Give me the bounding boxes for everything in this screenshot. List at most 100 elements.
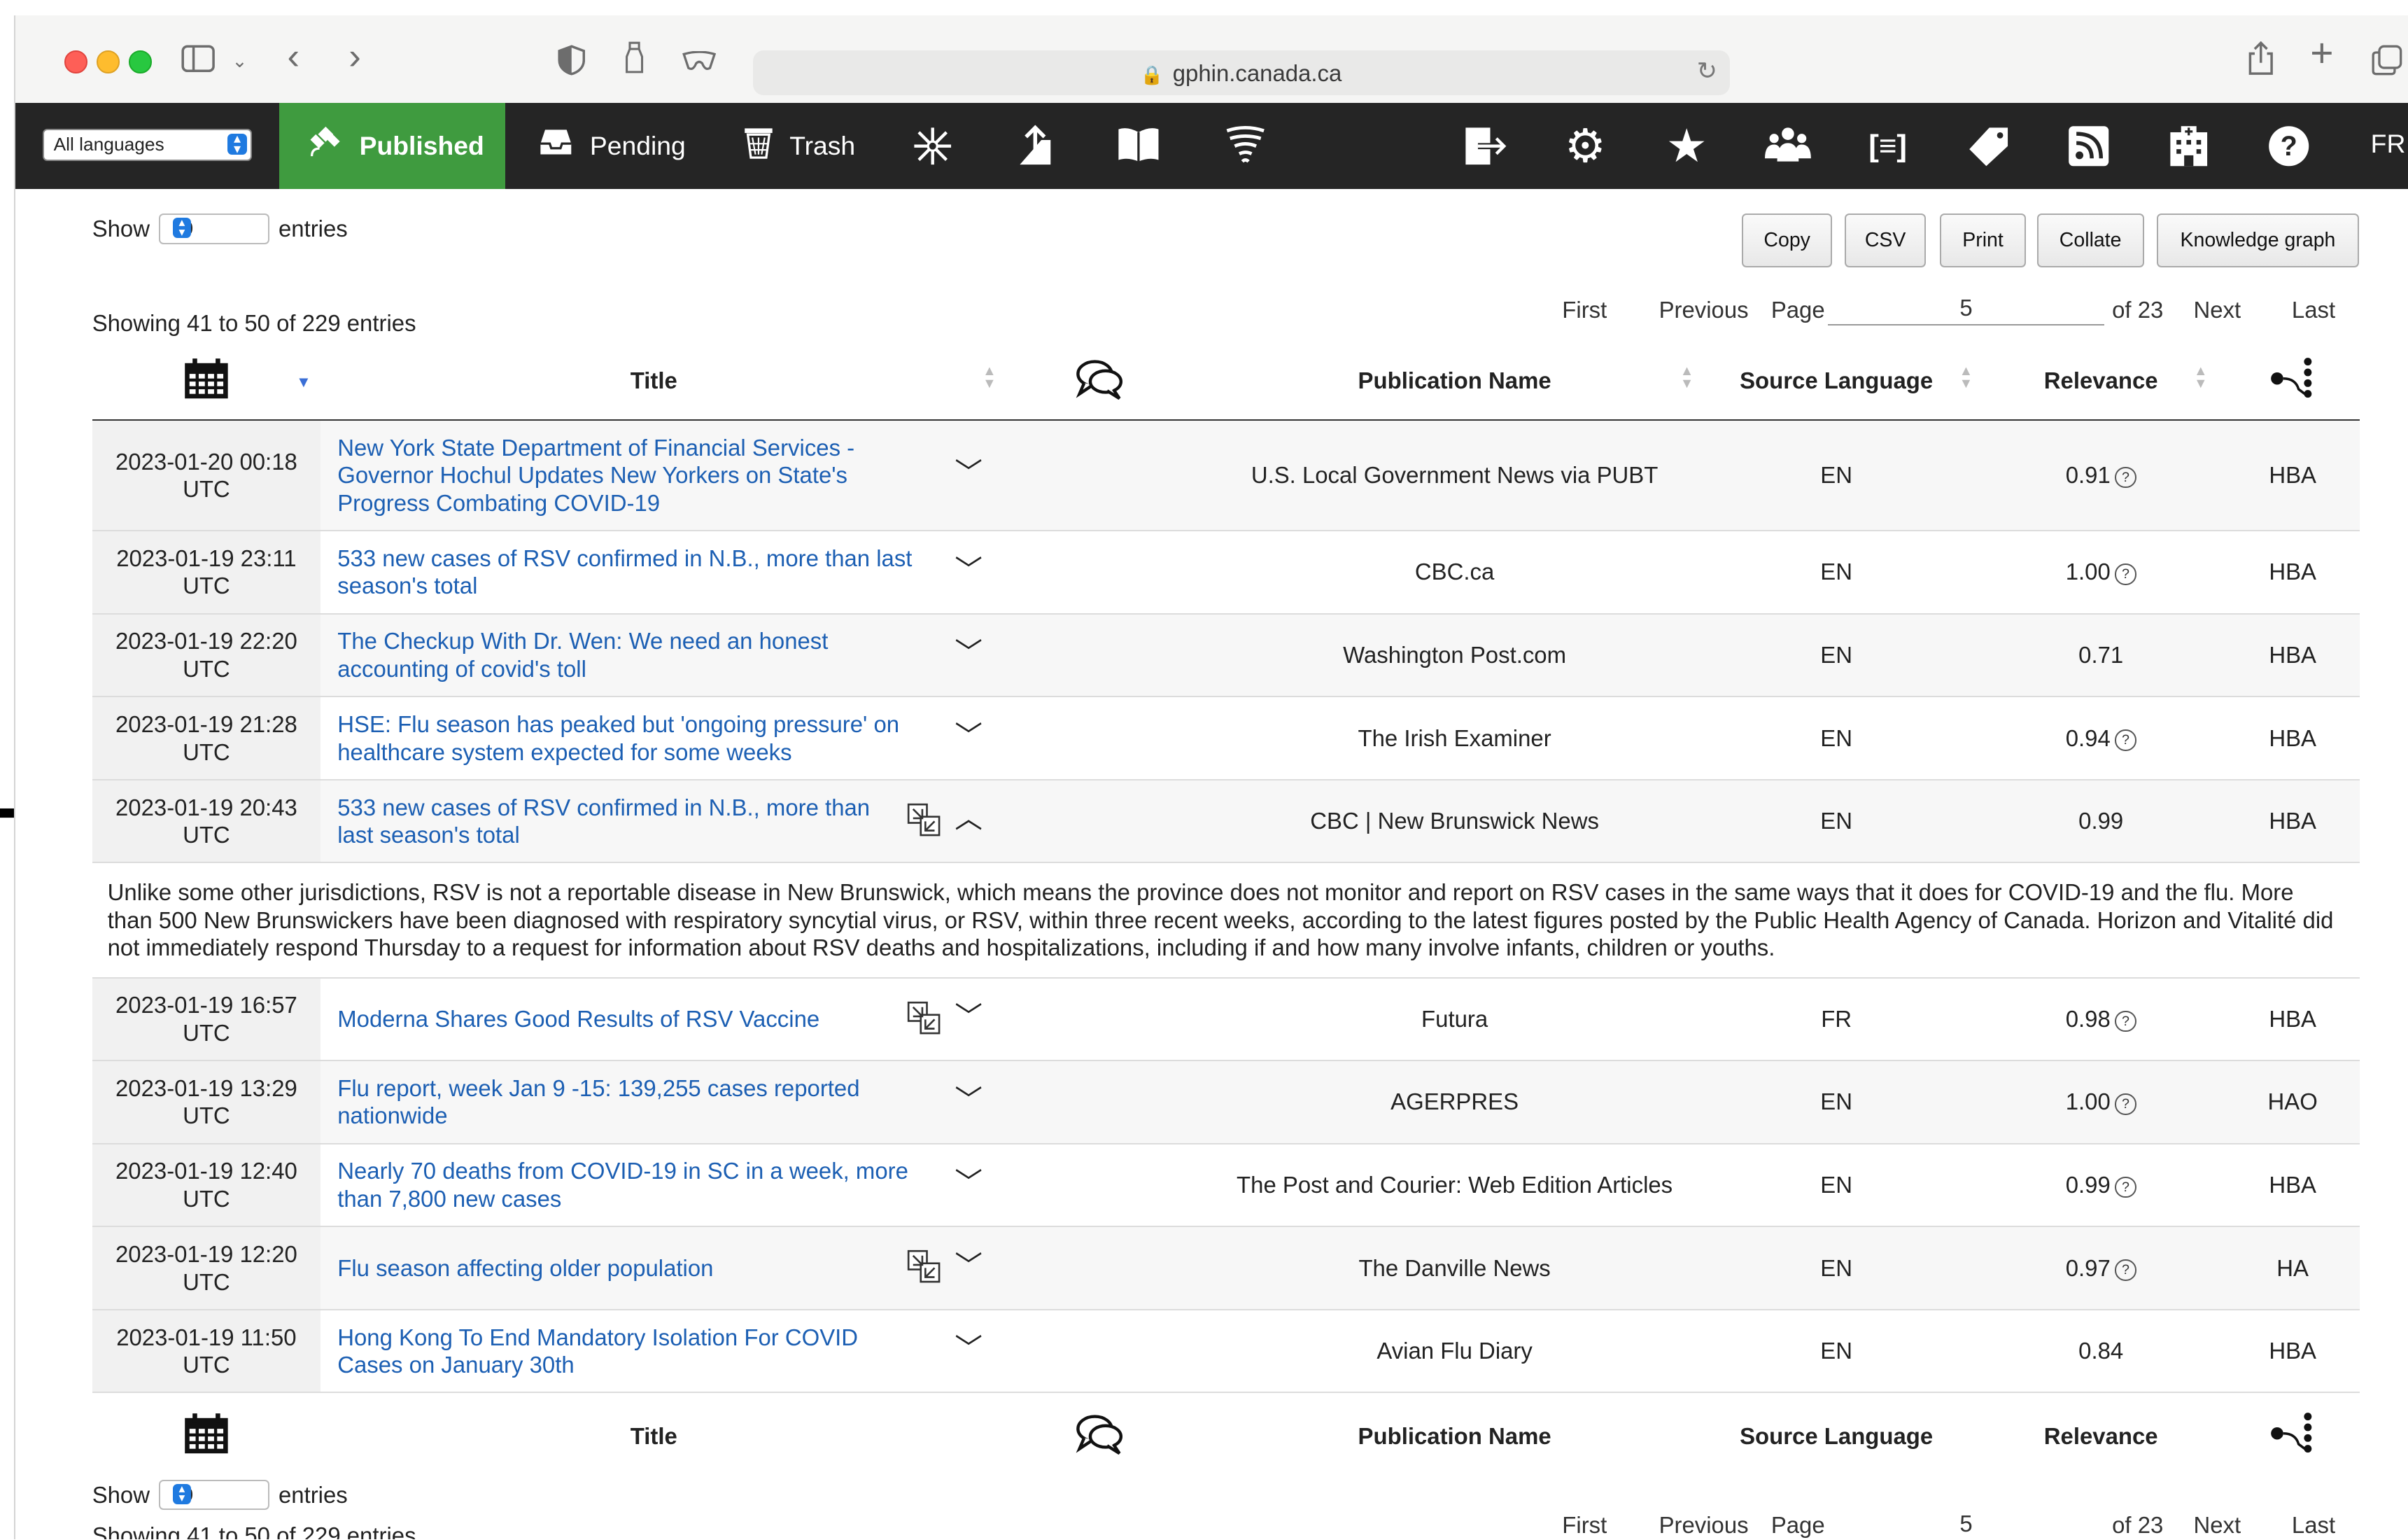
table-row[interactable]: 2023-01-19 21:28 UTC HSE: Flu season has … <box>92 696 2360 780</box>
date-column-header[interactable] <box>92 342 321 421</box>
chevron-up-icon[interactable]: ︿ <box>950 805 987 834</box>
chevron-down-icon[interactable]: ﹀ <box>950 1003 987 1032</box>
collapse-arrows-icon[interactable] <box>906 125 959 177</box>
article-link[interactable]: Flu report, week Jan 9 -15: 139,255 case… <box>337 1075 859 1129</box>
translate-icon[interactable] <box>907 1001 941 1035</box>
chevron-down-icon[interactable]: ﹀ <box>950 1169 987 1198</box>
article-link[interactable]: New York State Department of Financial S… <box>337 435 854 516</box>
table-row[interactable]: 2023-01-19 22:20 UTC The Checkup With Dr.… <box>92 613 2360 698</box>
export-icon[interactable] <box>1459 125 1512 177</box>
relevance-cell: 0.71 <box>1976 613 2226 698</box>
reload-icon[interactable]: ↻ <box>1697 57 1717 85</box>
table-row[interactable]: 2023-01-19 12:40 UTC Nearly 70 deaths fro… <box>92 1143 2360 1228</box>
back-icon[interactable]: ‹ <box>287 38 300 75</box>
table-row-selected[interactable]: 2023-01-19 20:43 UTC 533 new cases of RSV… <box>92 779 2360 864</box>
forward-icon[interactable]: › <box>348 38 361 75</box>
pager-last[interactable]: Last <box>2292 1512 2335 1539</box>
article-link[interactable]: Flu season affecting older population <box>337 1255 713 1281</box>
extension-glasses-icon[interactable] <box>682 48 716 78</box>
chevron-down-icon[interactable]: ﹀ <box>950 1252 987 1281</box>
pager-page-label: Page <box>1770 1511 1825 1538</box>
help-circle-icon[interactable]: ? <box>2115 1093 2136 1115</box>
title-column-header[interactable]: ▼ Title ▲ ▼ <box>296 342 997 421</box>
hierarchy-column-header[interactable] <box>2225 342 2360 421</box>
chevron-down-icon[interactable]: ﹀ <box>950 1335 987 1364</box>
relevance-column-header[interactable]: Relevance ▲ ▼ <box>1976 342 2226 421</box>
help-circle-icon[interactable]: ? <box>2115 564 2136 585</box>
share-icon[interactable] <box>2247 41 2275 80</box>
chevron-down-icon[interactable]: ﹀ <box>950 556 987 585</box>
help-icon[interactable]: ? <box>2262 125 2315 177</box>
tab-published[interactable]: Published <box>279 103 506 189</box>
table-row[interactable]: 2023-01-20 00:18 UTC New York State Depar… <box>92 420 2360 532</box>
article-link[interactable]: 533 new cases of RSV confirmed in N.B., … <box>337 794 870 848</box>
tab-pending[interactable]: Pending <box>537 103 686 189</box>
minimize-window-button[interactable] <box>97 50 120 74</box>
date-text: 2023-01-19 12:40 <box>115 1158 297 1184</box>
page-length-select[interactable]: 10 ▴▾ <box>159 1479 269 1511</box>
article-link[interactable]: Hong Kong To End Mandatory Isolation For… <box>337 1324 858 1378</box>
tab-overview-icon[interactable] <box>2372 45 2402 81</box>
article-link[interactable]: HSE: Flu season has peaked but 'ongoing … <box>337 711 899 765</box>
page-length-select[interactable]: 10 ▴▾ <box>159 214 269 244</box>
translate-icon[interactable] <box>907 1250 941 1283</box>
pager-first[interactable]: First <box>1562 297 1607 323</box>
french-language-link[interactable]: FR <box>2371 129 2406 159</box>
page-number-input[interactable]: 5 <box>1828 295 2105 326</box>
article-link[interactable]: Nearly 70 deaths from COVID-19 in SC in … <box>337 1158 908 1212</box>
article-link[interactable]: Moderna Shares Good Results of RSV Vacci… <box>337 1006 819 1032</box>
chevron-down-icon[interactable]: ﹀ <box>950 460 987 488</box>
brackets-icon[interactable]: [≡] <box>1861 125 1914 167</box>
pager-first[interactable]: First <box>1562 1512 1607 1539</box>
hospital-icon[interactable] <box>2163 125 2216 177</box>
article-link[interactable]: The Checkup With Dr. Wen: We need an hon… <box>337 628 828 682</box>
print-button[interactable]: Print <box>1940 214 2026 267</box>
publication-column-header[interactable]: Publication Name ▲ ▼ <box>1212 342 1697 421</box>
table-row[interactable]: 2023-01-19 23:11 UTC 533 new cases of RSV… <box>92 531 2360 615</box>
table-row[interactable]: 2023-01-19 16:57 UTC Moderna Shares Good … <box>92 977 2360 1062</box>
chevron-down-icon[interactable]: ﹀ <box>950 722 987 751</box>
star-icon[interactable]: ★ <box>1661 122 1713 169</box>
tornado-icon[interactable] <box>1220 125 1272 177</box>
copy-button[interactable]: Copy <box>1742 214 1833 267</box>
book-icon[interactable] <box>1112 125 1164 174</box>
chevron-down-icon[interactable]: ⌄ <box>232 46 247 77</box>
comments-column-header[interactable] <box>987 342 1213 421</box>
group-icon[interactable] <box>1762 125 1815 174</box>
pager-previous[interactable]: Previous <box>1659 1512 1749 1539</box>
help-circle-icon[interactable]: ? <box>2115 1259 2136 1281</box>
table-row[interactable]: 2023-01-19 11:50 UTC Hong Kong To End Man… <box>92 1309 2360 1394</box>
help-circle-icon[interactable]: ? <box>2115 467 2136 489</box>
maximize-window-button[interactable] <box>129 50 152 74</box>
pager-next[interactable]: Next <box>2193 1512 2241 1539</box>
pager-next[interactable]: Next <box>2193 297 2241 323</box>
upload-icon[interactable] <box>1009 125 1062 177</box>
knowledge-graph-button[interactable]: Knowledge graph <box>2156 214 2360 267</box>
chevron-down-icon[interactable]: ﹀ <box>950 639 987 668</box>
help-circle-icon[interactable]: ? <box>2115 729 2136 751</box>
tag-icon[interactable] <box>1963 125 2015 177</box>
csv-button[interactable]: CSV <box>1845 214 1927 267</box>
page-number-input[interactable]: 5 <box>1828 1511 2104 1540</box>
source-language-column-header[interactable]: Source Language ▲ ▼ <box>1696 342 1976 421</box>
gear-icon[interactable]: ⚙ <box>1559 122 1612 169</box>
translate-icon[interactable] <box>907 803 941 836</box>
address-bar[interactable]: 🔒 gphin.canada.ca ↻ <box>752 50 1730 96</box>
language-select[interactable]: All languages ▴ ▾ <box>43 129 252 162</box>
tab-trash[interactable]: Trash <box>743 103 855 189</box>
chevron-down-icon[interactable]: ﹀ <box>950 1086 987 1115</box>
sidebar-toggle-icon[interactable] <box>181 45 215 78</box>
table-row[interactable]: 2023-01-19 12:20 UTC Flu season affecting… <box>92 1226 2360 1310</box>
pager-previous[interactable]: Previous <box>1659 297 1749 323</box>
new-tab-icon[interactable]: + <box>2310 33 2333 73</box>
rss-icon[interactable] <box>2063 125 2115 177</box>
close-window-button[interactable] <box>64 50 87 74</box>
shield-icon[interactable] <box>558 44 586 81</box>
help-circle-icon[interactable]: ? <box>2115 1176 2136 1198</box>
collate-button[interactable]: Collate <box>2036 214 2144 267</box>
pager-last[interactable]: Last <box>2292 297 2335 323</box>
table-row[interactable]: 2023-01-19 13:29 UTC Flu report, week Jan… <box>92 1060 2360 1144</box>
help-circle-icon[interactable]: ? <box>2115 1010 2136 1032</box>
extension-bottle-icon[interactable] <box>622 41 647 80</box>
article-link[interactable]: 533 new cases of RSV confirmed in N.B., … <box>337 545 912 599</box>
